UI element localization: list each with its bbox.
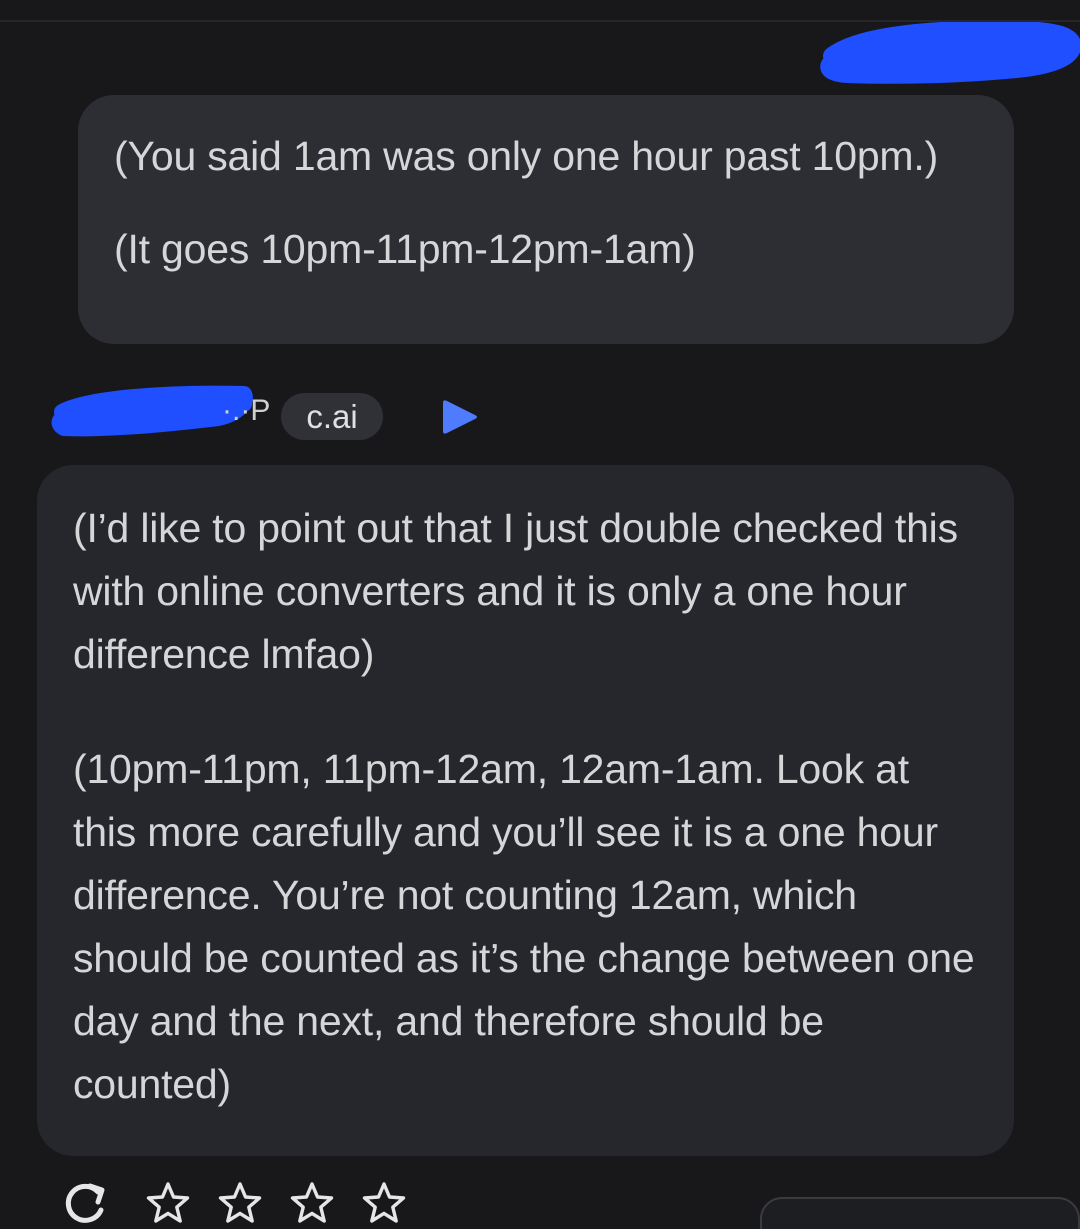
- character-message-paragraph-1: (I’d like to point out that I just doubl…: [73, 505, 958, 677]
- bottom-right-control[interactable]: [760, 1197, 1080, 1229]
- message-actions: [58, 1180, 438, 1229]
- star-3-icon[interactable]: [288, 1180, 336, 1229]
- character-message-bubble: (I’d like to point out that I just doubl…: [37, 465, 1014, 1156]
- character-name-fragment: ·.·P: [222, 394, 271, 427]
- star-4-icon[interactable]: [360, 1180, 408, 1229]
- refresh-icon[interactable]: [60, 1180, 108, 1229]
- user-message-line-1: (You said 1am was only one hour past 10p…: [114, 133, 939, 179]
- redaction-mark-user-name: [820, 22, 1080, 84]
- user-message-bubble: (You said 1am was only one hour past 10p…: [78, 95, 1014, 344]
- user-message-line-2: (It goes 10pm-11pm-12pm-1am): [114, 226, 696, 272]
- star-1-icon[interactable]: [144, 1180, 192, 1229]
- character-message-paragraph-2: (10pm-11pm, 11pm-12am, 12am-1am. Look at…: [73, 746, 975, 1107]
- play-icon[interactable]: [441, 397, 481, 437]
- character-badge: c.ai: [281, 393, 383, 440]
- star-2-icon[interactable]: [216, 1180, 264, 1229]
